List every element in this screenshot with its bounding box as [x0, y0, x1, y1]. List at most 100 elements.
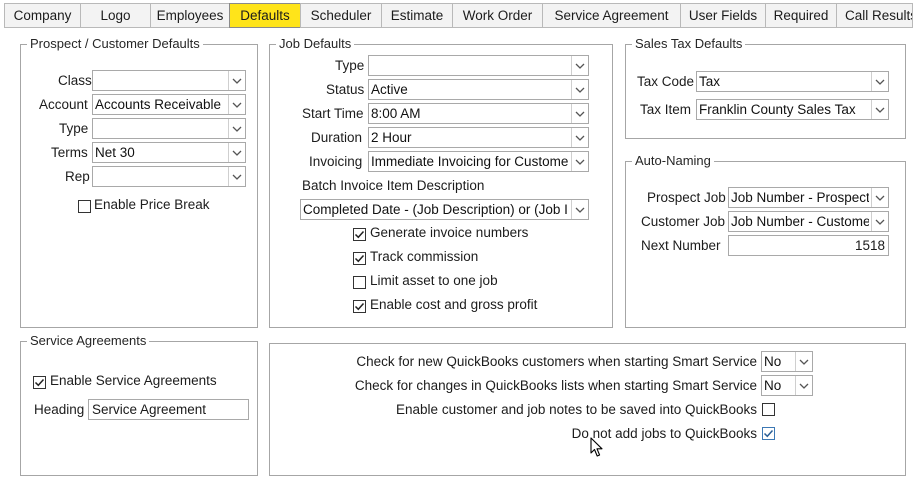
qb-no-jobs-label: Do not add jobs to QuickBooks	[571, 426, 757, 441]
qb-list-changes-label: Check for changes in QuickBooks lists wh…	[354, 378, 757, 393]
duration-combo[interactable]: 2 Hour	[368, 127, 589, 148]
tab-company[interactable]: Company	[4, 3, 81, 28]
type-combo[interactable]	[92, 118, 246, 139]
checkmark-icon	[354, 230, 365, 239]
tab-logo[interactable]: Logo	[80, 3, 151, 28]
type-label: Type	[59, 121, 89, 136]
chevron-down-icon[interactable]	[871, 188, 888, 207]
chevron-down-icon[interactable]	[571, 56, 588, 75]
batch-invoice-label: Batch Invoice Item Description	[302, 178, 485, 193]
account-combo[interactable]: Accounts Receivable	[92, 94, 246, 115]
mouse-cursor-icon	[590, 437, 603, 457]
limit-asset-checkbox[interactable]	[353, 276, 366, 289]
chevron-down-icon[interactable]	[795, 376, 812, 395]
customer-job-combo[interactable]: Job Number - Custome	[728, 211, 889, 232]
tax-item-label: Tax Item	[640, 102, 692, 117]
tab-call-results[interactable]: Call Results	[836, 3, 913, 28]
track-commission-checkbox[interactable]	[353, 252, 366, 265]
chevron-down-icon[interactable]	[228, 95, 245, 114]
qb-list-changes-value: No	[764, 378, 782, 393]
tax-item-combo[interactable]: Franklin County Sales Tax	[696, 99, 889, 120]
qb-notes-checkbox[interactable]	[762, 403, 775, 416]
chevron-down-icon[interactable]	[228, 119, 245, 138]
group-title: Service Agreements	[27, 333, 150, 349]
tab-scheduler[interactable]: Scheduler	[300, 3, 382, 28]
invoicing-combo[interactable]: Immediate Invoicing for Custome	[368, 151, 589, 172]
generate-invoice-numbers-label: Generate invoice numbers	[370, 225, 529, 240]
checkmark-icon	[354, 254, 365, 263]
chevron-down-icon[interactable]	[871, 72, 888, 91]
class-combo[interactable]	[92, 70, 246, 91]
tab-strip: Company Logo Employees Defaults Schedule…	[0, 0, 913, 28]
qb-new-customers-value: No	[764, 354, 782, 369]
enable-price-break-checkbox[interactable]	[78, 200, 91, 213]
job-type-label: Type	[335, 58, 365, 73]
job-status-combo[interactable]: Active	[368, 79, 589, 100]
chevron-down-icon[interactable]	[228, 167, 245, 186]
tab-user-fields[interactable]: User Fields	[680, 3, 766, 28]
batch-invoice-value: Completed Date - (Job Description) or (J…	[303, 202, 568, 217]
tax-code-value: Tax	[699, 74, 721, 89]
tab-required[interactable]: Required	[765, 3, 837, 28]
tab-employees[interactable]: Employees	[150, 3, 230, 28]
job-status-value: Active	[371, 82, 408, 97]
tab-work-order[interactable]: Work Order	[452, 3, 543, 28]
qb-new-customers-label: Check for new QuickBooks customers when …	[356, 354, 757, 369]
batch-invoice-combo[interactable]: Completed Date - (Job Description) or (J…	[300, 199, 589, 220]
qb-no-jobs-checkbox[interactable]	[762, 427, 775, 440]
group-title: Job Defaults	[276, 36, 355, 52]
chevron-down-icon[interactable]	[871, 212, 888, 231]
prospect-job-value: Job Number - Prospect	[731, 190, 869, 205]
chevron-down-icon[interactable]	[795, 352, 812, 371]
duration-value: 2 Hour	[371, 130, 412, 145]
tab-service-agreement[interactable]: Service Agreement	[542, 3, 681, 28]
account-label: Account	[39, 97, 88, 112]
next-number-label: Next Number	[641, 238, 721, 253]
group-title: Auto-Naming	[632, 153, 714, 169]
customer-job-value: Job Number - Custome	[731, 214, 869, 229]
invoicing-label: Invoicing	[309, 154, 363, 169]
tab-estimate[interactable]: Estimate	[381, 3, 453, 28]
chevron-down-icon[interactable]	[871, 100, 888, 119]
limit-asset-label: Limit asset to one job	[370, 273, 498, 288]
prospect-job-combo[interactable]: Job Number - Prospect	[728, 187, 889, 208]
chevron-down-icon[interactable]	[228, 71, 245, 90]
terms-value: Net 30	[95, 145, 135, 160]
qb-new-customers-combo[interactable]: No	[761, 351, 813, 372]
chevron-down-icon[interactable]	[228, 143, 245, 162]
track-commission-label: Track commission	[370, 249, 479, 264]
prospect-job-label: Prospect Job	[647, 190, 726, 205]
chevron-down-icon[interactable]	[571, 104, 588, 123]
cost-gross-profit-checkbox[interactable]	[353, 300, 366, 313]
chevron-down-icon[interactable]	[571, 80, 588, 99]
start-time-label: Start Time	[302, 106, 364, 121]
start-time-value: 8:00 AM	[371, 106, 421, 121]
checkmark-icon	[34, 378, 45, 387]
rep-label: Rep	[65, 169, 90, 184]
group-title: Sales Tax Defaults	[632, 36, 746, 52]
chevron-down-icon[interactable]	[571, 200, 588, 219]
terms-label: Terms	[51, 145, 88, 160]
tab-defaults[interactable]: Defaults	[229, 3, 301, 28]
account-value: Accounts Receivable	[95, 97, 222, 112]
rep-combo[interactable]	[92, 166, 246, 187]
chevron-down-icon[interactable]	[571, 152, 588, 171]
qb-notes-label: Enable customer and job notes to be save…	[396, 402, 757, 417]
tax-code-combo[interactable]: Tax	[696, 71, 889, 92]
chevron-down-icon[interactable]	[571, 128, 588, 147]
start-time-combo[interactable]: 8:00 AM	[368, 103, 589, 124]
duration-label: Duration	[311, 130, 363, 145]
group-title: Prospect / Customer Defaults	[27, 36, 203, 52]
job-type-combo[interactable]	[368, 55, 589, 76]
generate-invoice-numbers-checkbox[interactable]	[353, 228, 366, 241]
heading-label: Heading	[34, 402, 85, 417]
qb-list-changes-combo[interactable]: No	[761, 375, 813, 396]
customer-job-label: Customer Job	[641, 214, 726, 229]
heading-input[interactable]: Service Agreement	[88, 399, 249, 420]
checkmark-icon	[763, 429, 774, 438]
tax-item-value: Franklin County Sales Tax	[699, 102, 856, 117]
terms-combo[interactable]: Net 30	[92, 142, 246, 163]
enable-service-agreements-checkbox[interactable]	[33, 376, 46, 389]
next-number-input[interactable]: 1518	[728, 235, 889, 256]
enable-price-break-label: Enable Price Break	[94, 197, 210, 212]
